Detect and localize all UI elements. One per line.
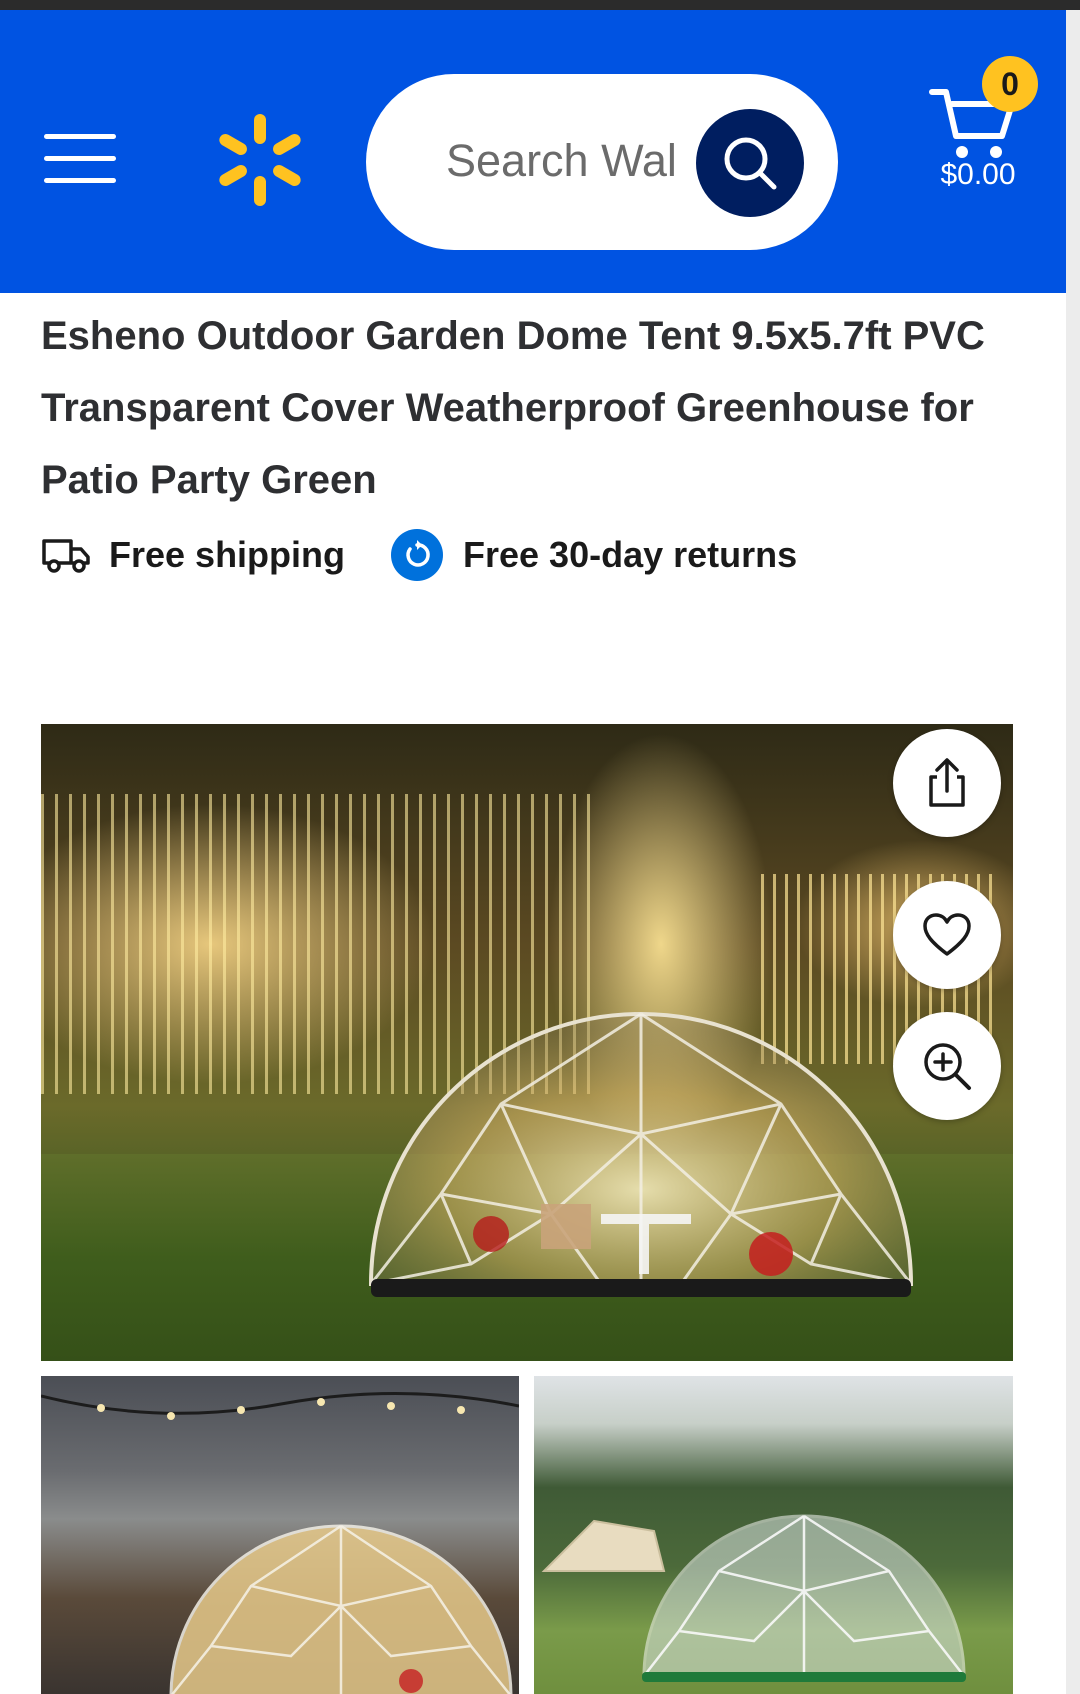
perks-row: Free shipping Free 30-day returns [41, 525, 1021, 585]
dome-tent-image [169, 1524, 513, 1694]
zoom-in-icon [924, 1043, 971, 1090]
walmart-spark-icon[interactable] [210, 110, 310, 210]
product-thumbnail-1[interactable] [41, 1376, 519, 1694]
cart-total: $0.00 [940, 158, 1016, 191]
truck-icon [42, 539, 90, 573]
returns-icon [391, 529, 443, 581]
free-shipping-label: Free shipping [109, 534, 346, 575]
product-title: Esheno Outdoor Garden Dome Tent 9.5x5.7f… [41, 314, 985, 502]
free-shipping-perk: Free shipping [41, 525, 345, 585]
product-main-image[interactable] [41, 724, 1013, 1361]
dome-tent-image [642, 1514, 966, 1682]
hamburger-menu-icon[interactable] [44, 128, 118, 188]
product-thumbnail-2[interactable] [534, 1376, 1013, 1694]
zoom-button[interactable] [893, 1012, 1001, 1120]
search-button[interactable] [696, 109, 804, 217]
search-bar [366, 74, 838, 250]
scroll-gutter [1066, 10, 1080, 1694]
status-bar [0, 0, 1080, 10]
string-lights-image-detail [41, 1392, 519, 1420]
product-page: 0 $0.00 Esheno Outdoor Garden Dome Tent … [0, 0, 1080, 1694]
share-icon [929, 758, 965, 807]
top-header: 0 $0.00 [0, 10, 1066, 293]
share-button[interactable] [893, 729, 1001, 837]
favorite-button[interactable] [893, 881, 1001, 989]
heart-icon [923, 913, 971, 956]
search-input[interactable] [446, 132, 686, 190]
free-returns-label: Free 30-day returns [463, 534, 798, 575]
dome-tent-image [368, 1012, 914, 1297]
cart-count-badge: 0 [982, 56, 1038, 112]
search-icon [724, 137, 777, 190]
free-returns-perk: Free 30-day returns [391, 525, 797, 585]
cart-button[interactable]: 0 $0.00 [920, 50, 1040, 200]
